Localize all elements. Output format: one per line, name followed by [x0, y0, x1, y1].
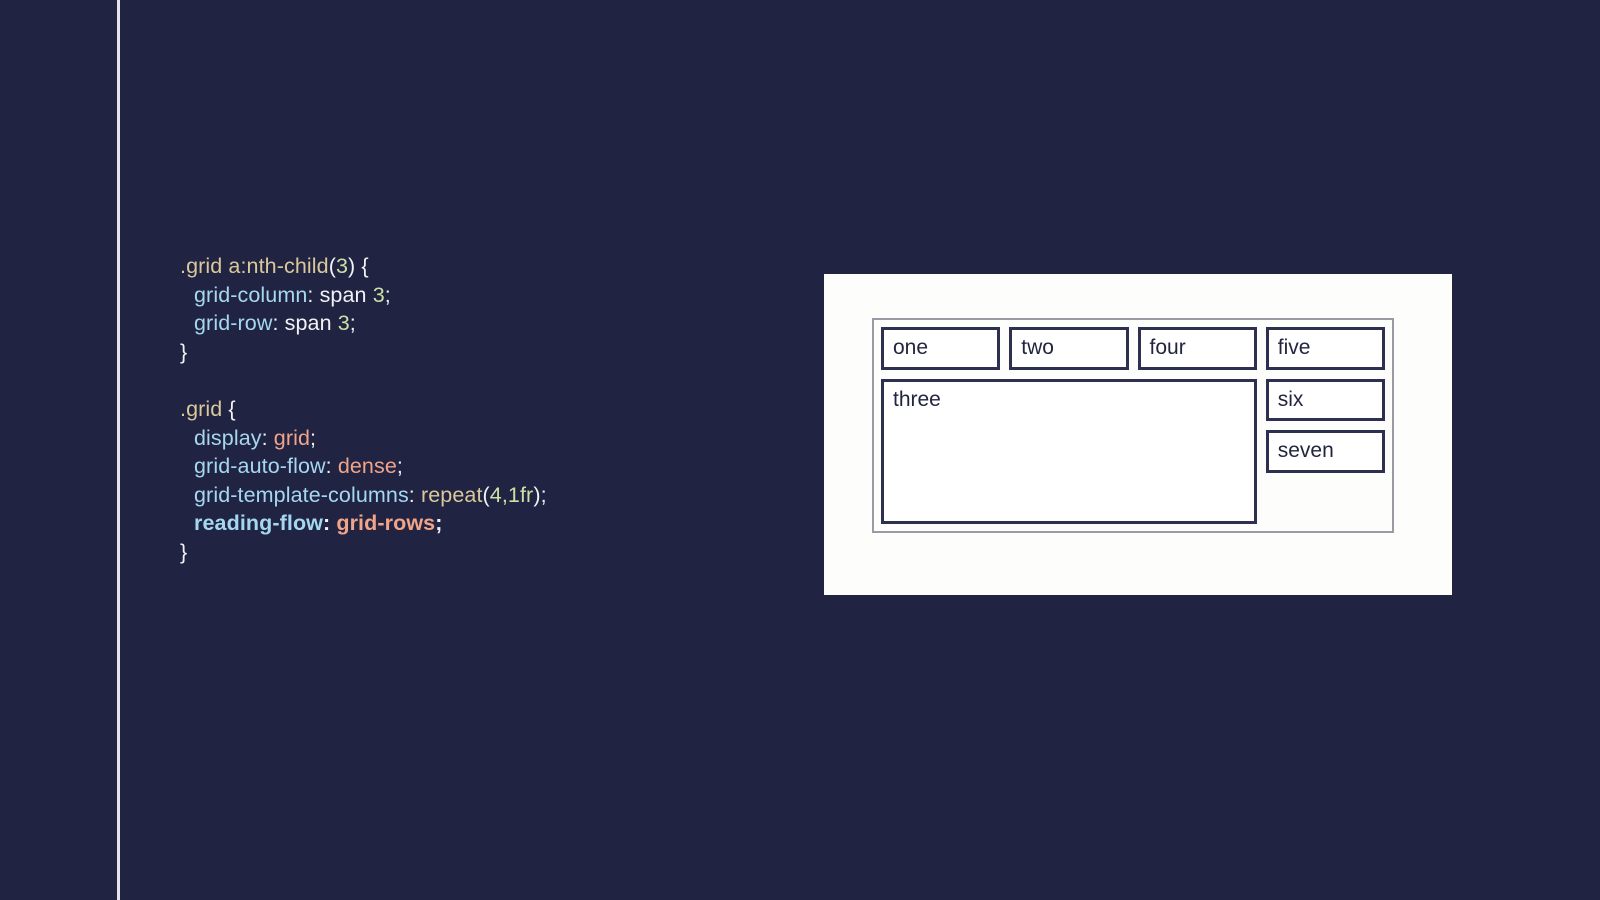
selector-pseudo-token: a:nth-child	[228, 254, 329, 278]
selector-class-token: .grid	[180, 396, 223, 421]
semicolon-token: ;	[349, 311, 356, 336]
colon-token: :	[325, 454, 338, 479]
code-line-brace-close-2: }	[180, 538, 740, 567]
value-token: span	[319, 282, 373, 307]
code-line-declaration-grid-column: grid-column: span 3;	[180, 281, 740, 310]
keyword-token: grid-rows	[336, 511, 436, 536]
property-token: grid-auto-flow	[194, 454, 326, 479]
grid-item-six[interactable]: six	[1265, 378, 1385, 421]
grid-container: one two four five three six seven	[872, 318, 1394, 533]
css-code-block: .grid a:nth-child(3) { grid-column: span…	[180, 252, 740, 567]
property-token: reading-flow	[194, 511, 324, 536]
value-number-token: 3	[372, 282, 385, 307]
value-token: span	[284, 311, 338, 336]
property-token: grid-template-columns	[194, 482, 409, 507]
keyword-token: dense	[337, 454, 397, 479]
function-name-token: repeat	[420, 482, 483, 507]
colon-token: :	[272, 311, 285, 336]
grid-item-two[interactable]: two	[1009, 327, 1129, 370]
brace-open-token: {	[222, 396, 236, 421]
property-token: display	[194, 425, 262, 450]
grid-item-three[interactable]: three	[881, 378, 1257, 524]
brace-close-token: }	[180, 339, 188, 364]
value-number-token: 3	[337, 311, 350, 336]
colon-token: :	[307, 282, 320, 307]
code-line-brace-close-1: }	[180, 338, 740, 367]
demo-preview-panel: one two four five three six seven	[824, 274, 1452, 595]
code-line-declaration-grid-template-columns: grid-template-columns: repeat(4,1fr);	[180, 481, 740, 510]
selector-class-token: .grid	[180, 254, 229, 278]
code-line-declaration-grid-row: grid-row: span 3;	[180, 309, 740, 338]
property-token: grid-column	[194, 282, 308, 307]
code-line-selector-1: .grid a:nth-child(3) {	[180, 252, 740, 281]
semicolon-token: ;	[435, 511, 443, 536]
brace-close-token: }	[180, 539, 188, 564]
semicolon-token: ;	[384, 282, 391, 307]
keyword-token: grid	[273, 425, 311, 450]
code-line-declaration-reading-flow: reading-flow: grid-rows;	[180, 509, 740, 538]
left-vertical-rule	[117, 0, 120, 900]
colon-token: :	[323, 511, 337, 536]
pseudo-arg-token: 3	[335, 254, 349, 278]
grid-item-seven[interactable]: seven	[1265, 430, 1385, 473]
paren-open-token: (	[482, 482, 490, 507]
semicolon-token: ;	[540, 482, 547, 507]
function-args-token: 4,1fr	[489, 482, 534, 507]
paren-open-token: (	[328, 254, 336, 278]
code-line-declaration-grid-auto-flow: grid-auto-flow: dense;	[180, 452, 740, 481]
code-line-declaration-display: display: grid;	[180, 424, 740, 453]
property-token: grid-row	[194, 311, 273, 336]
code-line-selector-2: .grid {	[180, 395, 740, 424]
grid-item-four[interactable]: four	[1137, 327, 1257, 370]
brace-open-token: {	[355, 254, 369, 278]
colon-token: :	[408, 482, 421, 507]
semicolon-token: ;	[396, 454, 403, 479]
grid-item-one[interactable]: one	[881, 327, 1001, 370]
semicolon-token: ;	[310, 425, 317, 450]
grid-item-five[interactable]: five	[1265, 327, 1385, 370]
paren-close-token: )	[533, 482, 541, 507]
colon-token: :	[261, 425, 274, 450]
